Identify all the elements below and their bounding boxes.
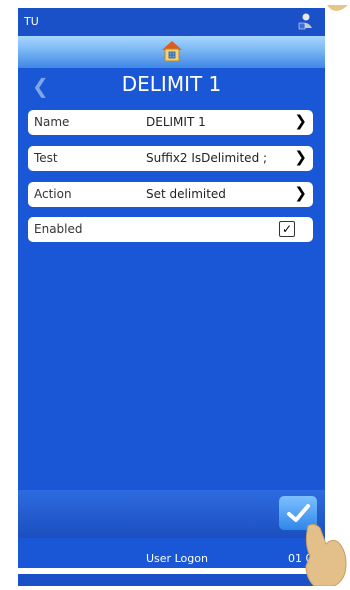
hand-pointer-icon <box>325 0 350 11</box>
field-label: Action <box>34 187 72 201</box>
enabled-checkbox[interactable]: ✓ <box>279 221 295 237</box>
chevron-right-icon[interactable]: ❯ <box>294 184 307 202</box>
field-label: Name <box>34 115 70 129</box>
status-bar: TU <box>18 8 325 36</box>
chevron-right-icon[interactable]: ❯ <box>294 148 307 166</box>
field-value: DELIMIT 1 <box>146 115 206 129</box>
field-row-action[interactable]: Action Set delimited ❯ <box>28 182 313 207</box>
field-row-test[interactable]: Test Suffix2 IsDelimited ; ❯ <box>28 146 313 171</box>
field-label: Enabled <box>34 222 83 236</box>
home-bar <box>18 36 325 68</box>
field-label: Test <box>34 151 58 165</box>
status-text: TU <box>24 15 39 28</box>
field-value: Set delimited <box>146 187 226 201</box>
bottom-toolbar <box>18 490 325 538</box>
page-title: DELIMIT 1 <box>121 72 222 96</box>
pointing-hand-icon <box>300 520 350 587</box>
field-row-enabled[interactable]: Enabled ✓ <box>28 217 313 242</box>
next-screen-strip <box>18 574 325 586</box>
home-icon[interactable] <box>161 39 183 63</box>
network-user-icon <box>297 12 315 30</box>
title-bar: ❮ DELIMIT 1 <box>18 68 325 102</box>
footer-bar: User Logon 01 0 <box>18 538 325 568</box>
field-row-name[interactable]: Name DELIMIT 1 ❯ <box>28 110 313 135</box>
device-screen: TU ❮ DELIMIT 1 Name DELIMIT 1 ❯ Test Suf… <box>18 8 325 568</box>
user-logon-link[interactable]: User Logon <box>146 552 208 565</box>
field-value: Suffix2 IsDelimited ; <box>146 151 268 165</box>
chevron-right-icon[interactable]: ❯ <box>294 112 307 130</box>
